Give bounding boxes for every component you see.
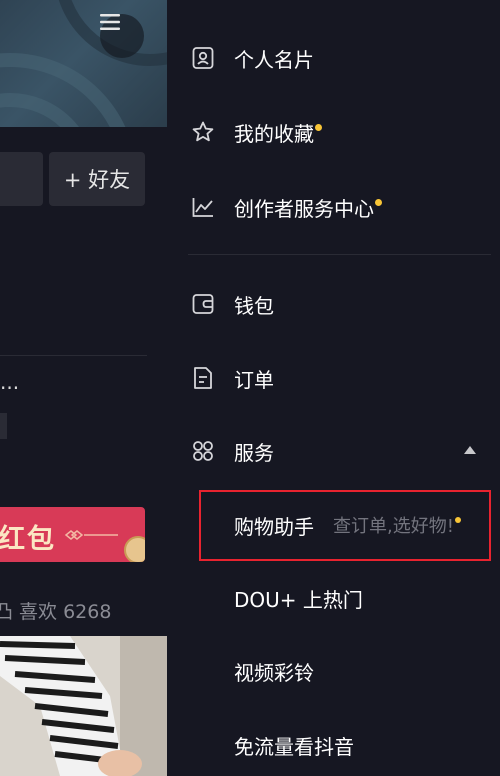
profile-page-background: + 好友 ... 红包 凸 喜欢 6268 — [0, 0, 167, 776]
menu-item-label: 创作者服务中心 — [234, 196, 374, 221]
submenu-item-video-ringtone[interactable]: 视频彩铃 — [167, 643, 500, 699]
submenu-item-label: DOU+ 上热门 — [234, 587, 363, 612]
notification-dot — [454, 517, 461, 523]
likes-count: 凸 喜欢 6268 — [0, 601, 112, 623]
submenu-hint-wrap: 查订单,选好物! — [333, 512, 461, 538]
star-icon — [192, 121, 214, 142]
tag-chip[interactable] — [0, 413, 7, 439]
menu-divider — [188, 254, 491, 255]
apps-grid-icon — [193, 441, 213, 461]
truncated-text: ... — [0, 370, 20, 394]
submenu-item-label: 购物助手 — [234, 514, 314, 539]
red-packet-banner[interactable]: 红包 — [0, 507, 145, 562]
menu-item-label: 服务 — [234, 440, 274, 465]
menu-item-wallet[interactable]: 钱包 — [167, 276, 500, 332]
menu-item-label: 个人名片 — [234, 47, 314, 72]
banner-decoration — [64, 530, 145, 562]
menu-item-creator-center[interactable]: 创作者服务中心 — [167, 179, 500, 235]
thumbnail-image — [0, 636, 167, 776]
menu-item-orders[interactable]: 订单 — [167, 350, 500, 406]
divider — [0, 355, 147, 356]
submenu-item-dou-plus[interactable]: DOU+ 上热门 — [167, 570, 500, 626]
menu-item-label: 我的收藏 — [234, 121, 314, 146]
side-drawer-menu: 个人名片 我的收藏 创作者服务中心 钱包 订单 服务 购物助手 查订单,选好物!… — [167, 0, 500, 776]
video-thumbnail[interactable] — [0, 636, 167, 776]
add-friend-label: + 好友 — [63, 168, 131, 192]
submenu-item-free-data[interactable]: 免流量看抖音 — [167, 717, 500, 773]
menu-item-label-wrap: 创作者服务中心 — [234, 193, 382, 222]
submenu-item-shopping-assistant[interactable]: 购物助手 查订单,选好物! — [167, 497, 500, 553]
profile-cover-banner — [0, 0, 167, 127]
menu-item-label: 订单 — [234, 367, 274, 392]
collapse-caret-icon[interactable] — [464, 446, 476, 454]
menu-item-profile-card[interactable]: 个人名片 — [167, 30, 500, 86]
submenu-item-hint: 查订单,选好物! — [333, 516, 454, 537]
submenu-item-label: 免流量看抖音 — [234, 734, 354, 759]
submenu-item-label: 视频彩铃 — [234, 660, 314, 685]
hamburger-menu-button[interactable] — [100, 14, 144, 58]
add-friend-button[interactable]: + 好友 — [49, 152, 145, 206]
edit-profile-button[interactable] — [0, 152, 43, 206]
document-icon — [194, 367, 212, 389]
notification-dot — [375, 198, 382, 206]
cover-pattern — [0, 0, 167, 127]
hamburger-icon — [100, 14, 120, 30]
profile-card-icon — [192, 47, 214, 69]
menu-item-services[interactable]: 服务 — [167, 423, 500, 479]
menu-item-favorites[interactable]: 我的收藏 — [167, 104, 500, 160]
chart-line-icon — [192, 198, 213, 217]
menu-item-label: 钱包 — [234, 293, 274, 318]
menu-item-label-wrap: 我的收藏 — [234, 118, 322, 147]
wallet-icon — [192, 294, 214, 314]
notification-dot — [315, 123, 322, 131]
